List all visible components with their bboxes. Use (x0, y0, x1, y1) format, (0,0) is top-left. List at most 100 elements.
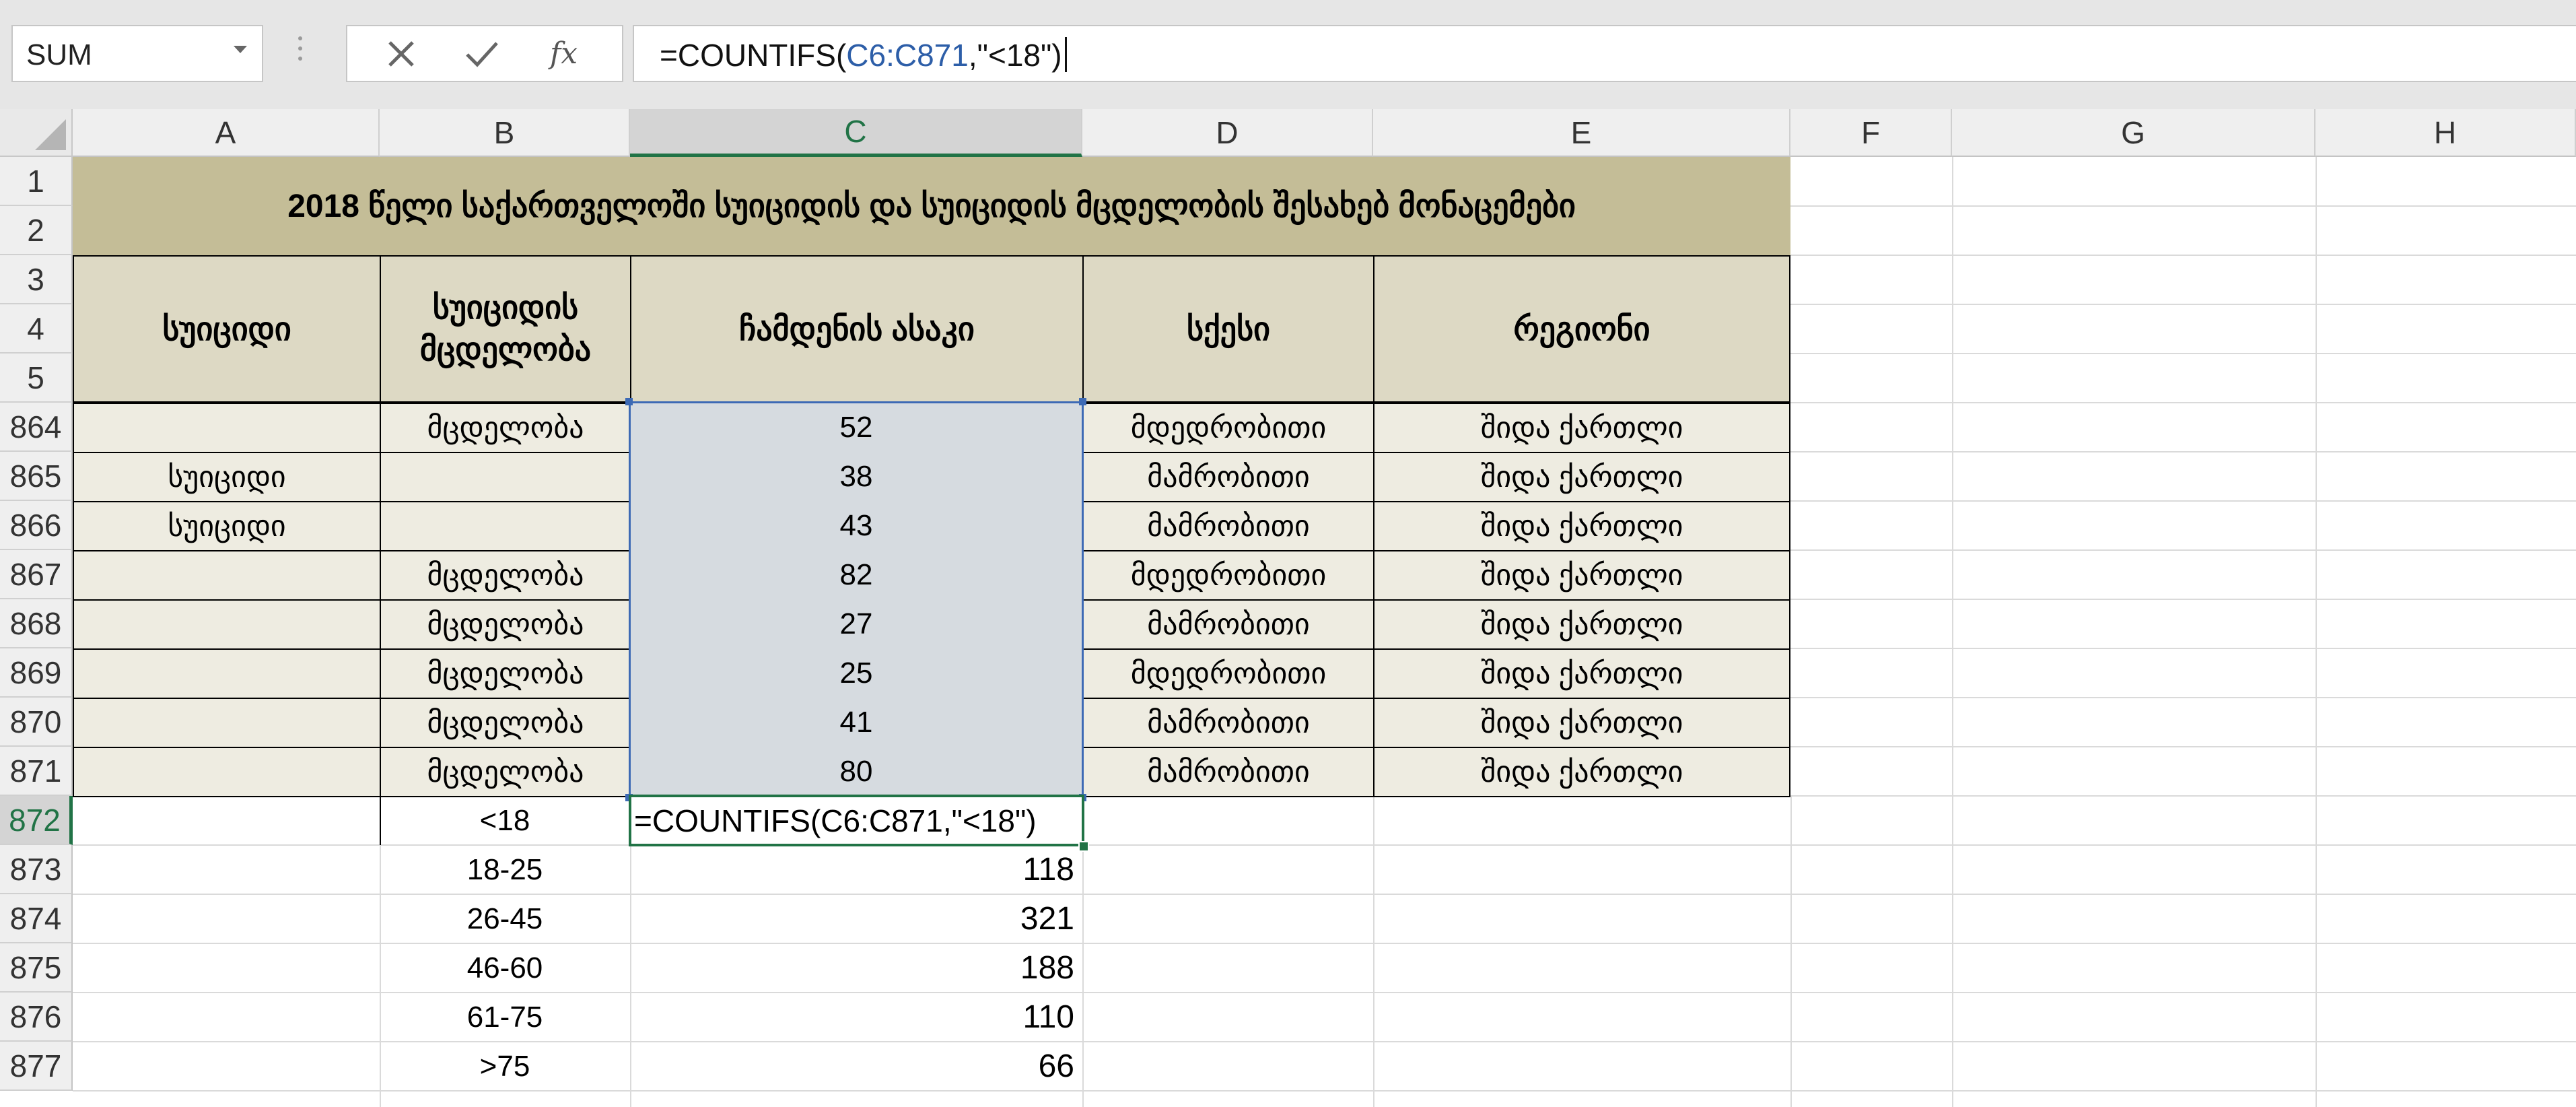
header-age[interactable]: ჩამდენის ასაკი (630, 255, 1084, 403)
cell-attempt[interactable]: მცდელობა (380, 599, 631, 650)
row-header[interactable]: 874 (0, 894, 73, 943)
range-handle[interactable] (625, 398, 633, 405)
column-header-a[interactable]: A (73, 109, 380, 157)
close-icon[interactable] (368, 26, 435, 81)
column-header-b[interactable]: B (380, 109, 630, 157)
cell-region[interactable]: შიდა ქართლი (1373, 403, 1790, 453)
age-bracket-label[interactable]: 46-60 (380, 943, 630, 993)
check-icon[interactable] (448, 26, 516, 81)
column-header-e[interactable]: E (1373, 109, 1790, 157)
fx-icon[interactable]: fx (532, 26, 600, 81)
gridline (1373, 796, 1374, 1107)
cell-age[interactable]: 27 (630, 599, 1082, 648)
row-header[interactable]: 3 (0, 255, 73, 304)
cell-age[interactable]: 43 (630, 501, 1082, 550)
cell-age[interactable]: 52 (630, 403, 1082, 452)
formula-input[interactable]: =COUNTIFS(C6:C871,"<18") (633, 25, 2576, 82)
row-header[interactable]: 5 (0, 354, 73, 403)
row-header[interactable]: 1 (0, 157, 73, 206)
row-header[interactable]: 2 (0, 206, 73, 255)
column-header-c[interactable]: C (630, 109, 1082, 157)
row-header[interactable]: 876 (0, 993, 73, 1042)
gridline (2316, 157, 2317, 1107)
header-sex[interactable]: სქესი (1082, 255, 1374, 403)
cell-suicide[interactable] (73, 698, 381, 748)
column-header-g[interactable]: G (1952, 109, 2316, 157)
count-value[interactable]: 321 (630, 894, 1082, 943)
cell-region[interactable]: შიდა ქართლი (1373, 501, 1790, 551)
age-bracket-label[interactable]: 26-45 (380, 894, 630, 943)
cell-age[interactable]: 82 (630, 550, 1082, 599)
column-header-h[interactable]: H (2316, 109, 2576, 157)
count-value[interactable]: 66 (630, 1042, 1082, 1091)
row-header[interactable]: 868 (0, 599, 73, 648)
cell-region[interactable]: შიდა ქართლი (1373, 747, 1790, 797)
cell-suicide[interactable]: სუიციდი (73, 452, 381, 502)
active-cell-editor[interactable]: =COUNTIFS(C6:C871,"<18") (629, 795, 1084, 846)
row-header[interactable]: 4 (0, 304, 73, 354)
header-suicide[interactable]: სუიციდი (73, 255, 381, 403)
row-header[interactable]: 869 (0, 648, 73, 698)
row-header[interactable]: 871 (0, 747, 73, 796)
table-title[interactable]: 2018 წელი საქართველოში სუიციდის და სუიცი… (73, 157, 1790, 255)
cell-attempt[interactable]: მცდელობა (380, 648, 631, 699)
row-header[interactable]: 865 (0, 452, 73, 501)
cell-suicide[interactable]: სუიციდი (73, 501, 381, 551)
cell-age[interactable]: 80 (630, 747, 1082, 796)
row-header[interactable]: 870 (0, 698, 73, 747)
cell-region[interactable]: შიდა ქართლი (1373, 599, 1790, 650)
name-box[interactable]: SUM (11, 25, 263, 82)
cell-attempt[interactable]: მცდელობა (380, 747, 631, 797)
cell-sex[interactable]: მამრობითი (1082, 698, 1374, 748)
cell-region[interactable]: შიდა ქართლი (1373, 648, 1790, 699)
cell-attempt[interactable] (380, 452, 631, 502)
cell-border (380, 796, 381, 845)
range-handle[interactable] (1079, 398, 1086, 405)
header-suicide-attempt[interactable]: სუიციდის მცდელობა (380, 255, 631, 403)
cell-age[interactable]: 38 (630, 452, 1082, 501)
cell-age[interactable]: 41 (630, 698, 1082, 747)
row-header[interactable]: 875 (0, 943, 73, 993)
cell-region[interactable]: შიდა ქართლი (1373, 698, 1790, 748)
cell-attempt[interactable]: მცდელობა (380, 403, 631, 453)
count-value[interactable]: 118 (630, 845, 1082, 894)
cell-sex[interactable]: მდედრობითი (1082, 550, 1374, 601)
cell-sex[interactable]: მდედრობითი (1082, 648, 1374, 699)
count-value[interactable]: 188 (630, 943, 1082, 993)
row-header[interactable]: 873 (0, 845, 73, 894)
cell-suicide[interactable] (73, 648, 381, 699)
cell-attempt[interactable] (380, 501, 631, 551)
row-header[interactable]: 877 (0, 1042, 73, 1091)
cell-region[interactable]: შიდა ქართლი (1373, 452, 1790, 502)
cell-suicide[interactable] (73, 747, 381, 797)
row-header[interactable]: 867 (0, 550, 73, 599)
cell-attempt[interactable]: მცდელობა (380, 550, 631, 601)
header-region[interactable]: რეგიონი (1373, 255, 1790, 403)
age-bracket-label[interactable]: >75 (380, 1042, 630, 1091)
gridline (1790, 796, 1792, 1107)
drag-handle-icon[interactable] (296, 36, 304, 70)
count-value[interactable]: 110 (630, 993, 1082, 1042)
cell-sex[interactable]: მამრობითი (1082, 501, 1374, 551)
age-bracket-label[interactable]: 18-25 (380, 845, 630, 894)
cell-region[interactable]: შიდა ქართლი (1373, 550, 1790, 601)
row-header[interactable]: 866 (0, 501, 73, 550)
cell-age[interactable]: 25 (630, 648, 1082, 698)
cell-sex[interactable]: მამრობითი (1082, 452, 1374, 502)
cell-suicide[interactable] (73, 550, 381, 601)
cell-sex[interactable]: მამრობითი (1082, 599, 1374, 650)
cell-suicide[interactable] (73, 403, 381, 453)
chevron-down-icon[interactable] (234, 46, 247, 53)
row-header[interactable]: 864 (0, 403, 73, 452)
column-header-d[interactable]: D (1082, 109, 1373, 157)
cell-sex[interactable]: მამრობითი (1082, 747, 1374, 797)
text-cursor (1064, 37, 1067, 72)
cell-suicide[interactable] (73, 599, 381, 650)
age-bracket-label[interactable]: <18 (380, 796, 630, 845)
select-all-button[interactable] (0, 109, 73, 157)
row-header-active[interactable]: 872 (0, 796, 73, 845)
cell-sex[interactable]: მდედრობითი (1082, 403, 1374, 453)
column-header-f[interactable]: F (1790, 109, 1952, 157)
cell-attempt[interactable]: მცდელობა (380, 698, 631, 748)
age-bracket-label[interactable]: 61-75 (380, 993, 630, 1042)
